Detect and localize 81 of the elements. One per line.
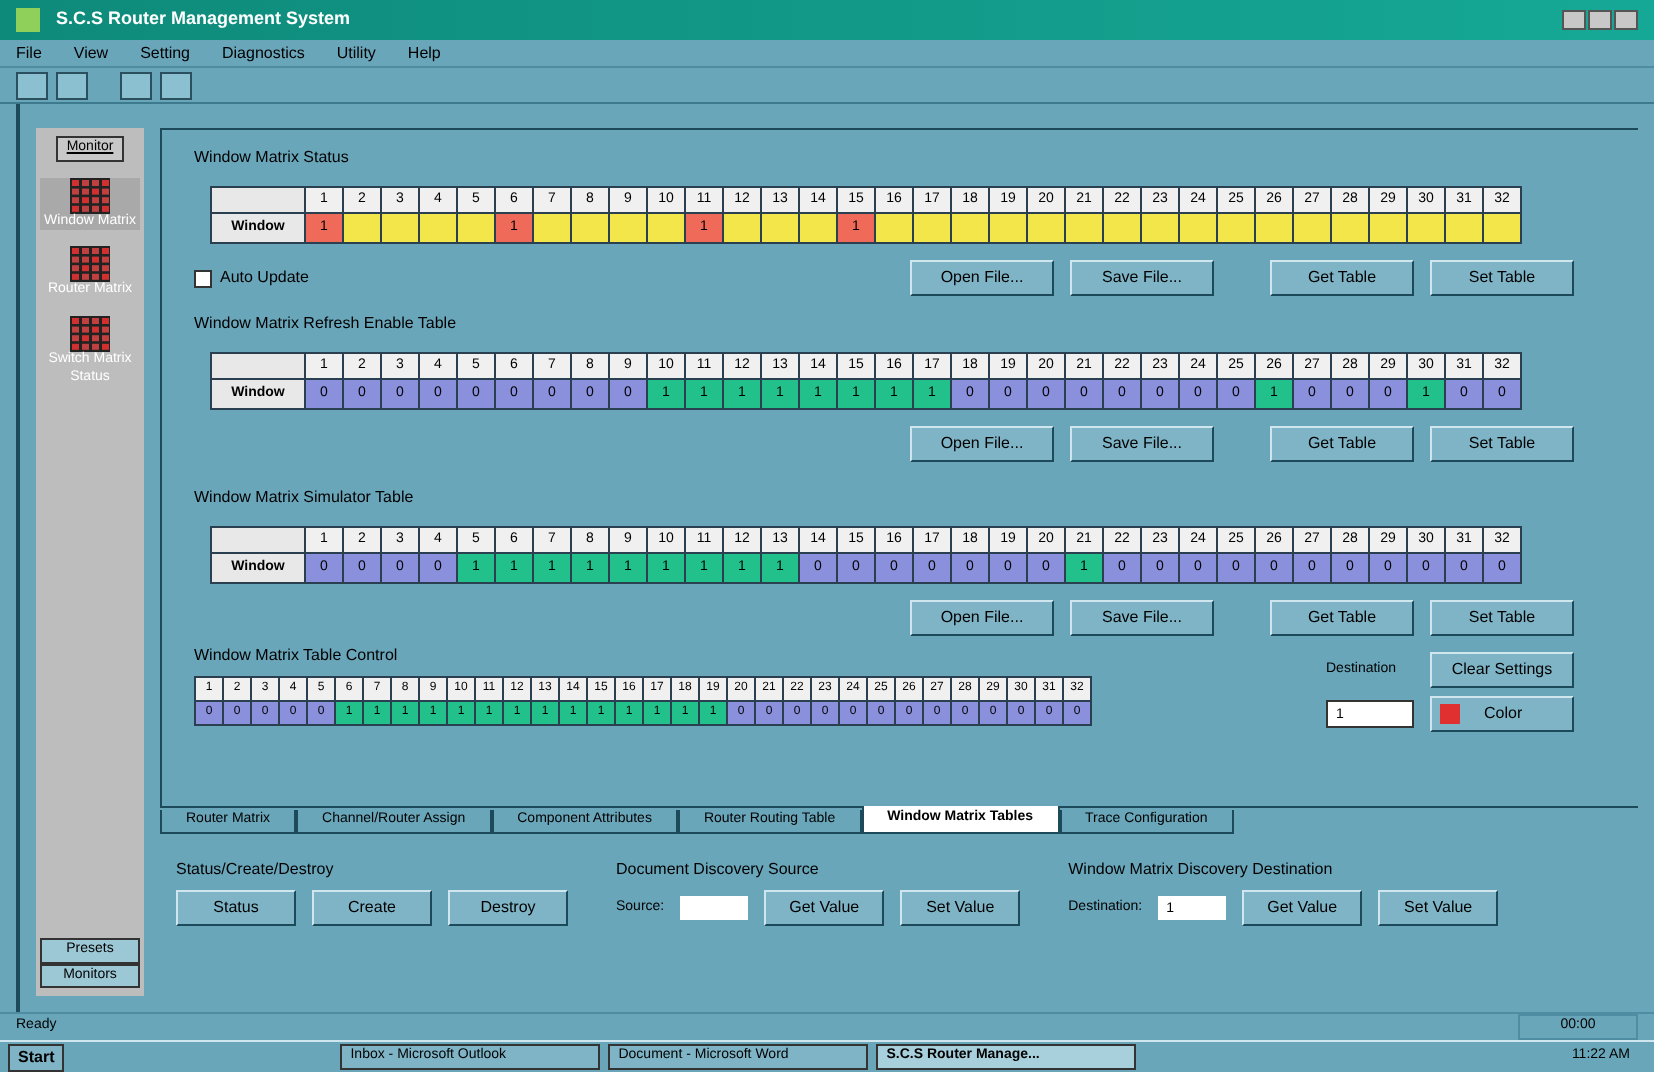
matrix-cell[interactable]: [1104, 214, 1140, 242]
section-title: Window Matrix Status: [194, 146, 351, 170]
matrix-cell[interactable]: [382, 214, 418, 242]
matrix-cell[interactable]: [1446, 214, 1482, 242]
matrix-cell[interactable]: [458, 214, 494, 242]
grid-icon: [70, 316, 110, 352]
input-field[interactable]: [680, 896, 749, 920]
corner-cell: [212, 188, 304, 212]
matrix-cell[interactable]: [534, 214, 570, 242]
matrix-cell[interactable]: [1484, 214, 1520, 242]
checkbox[interactable]: [194, 269, 212, 287]
command-button[interactable]: Create: [312, 890, 432, 926]
matrix-cell[interactable]: [952, 214, 988, 242]
command-button[interactable]: Get Value: [764, 890, 885, 926]
matrix-cell[interactable]: [1218, 214, 1254, 242]
section-title: Window Matrix Simulator Table: [194, 486, 416, 510]
command-button[interactable]: Status: [176, 890, 296, 926]
toolbar-icon[interactable]: [16, 71, 48, 99]
group-title: Document Discovery Source: [616, 858, 821, 882]
command-button[interactable]: Set Value: [1378, 890, 1499, 926]
command-button[interactable]: Set Table: [1430, 426, 1574, 462]
command-button[interactable]: Get Table: [1270, 260, 1414, 296]
window-control-icon[interactable]: [1614, 10, 1638, 30]
command-button[interactable]: Set Table: [1430, 600, 1574, 636]
window-control-icon[interactable]: [1562, 10, 1586, 30]
window-control-icon[interactable]: [1588, 10, 1612, 30]
command-button[interactable]: Set Table: [1430, 260, 1574, 296]
menu-item[interactable]: Setting: [140, 41, 190, 65]
command-button[interactable]: Get Table: [1270, 600, 1414, 636]
matrix-cell[interactable]: [914, 214, 950, 242]
matrix-cell[interactable]: [1408, 214, 1444, 242]
checkbox-label: Auto Update: [220, 266, 309, 290]
command-button[interactable]: Get Table: [1270, 426, 1414, 462]
menu-item[interactable]: File: [16, 41, 42, 65]
menu-item[interactable]: Utility: [336, 41, 376, 65]
matrix-cell[interactable]: [724, 214, 760, 242]
menu-item[interactable]: Diagnostics: [222, 41, 305, 65]
matrix-cell[interactable]: [1332, 214, 1368, 242]
command-button[interactable]: Open File...: [910, 426, 1054, 462]
command-button[interactable]: Destroy: [448, 890, 568, 926]
section-title: Window Matrix Refresh Enable Table: [194, 312, 459, 336]
command-button[interactable]: Save File...: [1070, 260, 1214, 296]
matrix-cell[interactable]: [1256, 214, 1292, 242]
matrix-cell[interactable]: [1142, 214, 1178, 242]
toolbar-icon[interactable]: [56, 71, 88, 99]
matrix-cell[interactable]: [1028, 214, 1064, 242]
window-title: S.C.S Router Management System: [56, 6, 351, 33]
menu-item[interactable]: Help: [407, 41, 441, 65]
matrix-cell[interactable]: [648, 214, 684, 242]
matrix-cell[interactable]: [800, 214, 836, 242]
color-button[interactable]: Color: [1430, 696, 1574, 732]
start-button[interactable]: Start: [8, 1043, 65, 1071]
matrix-cell[interactable]: [420, 214, 456, 242]
matrix-cell[interactable]: [876, 214, 912, 242]
matrix-cell[interactable]: [762, 214, 798, 242]
command-button[interactable]: Get Value: [1242, 890, 1363, 926]
toolbar-icon[interactable]: [160, 71, 192, 99]
command-button[interactable]: Open File...: [910, 260, 1054, 296]
matrix-cell[interactable]: [990, 214, 1026, 242]
command-button[interactable]: Save File...: [1070, 600, 1214, 636]
grid-icon: [69, 246, 110, 283]
matrix-cell[interactable]: [1066, 214, 1102, 242]
corner-cell: [212, 528, 304, 552]
corner-cell: [212, 354, 304, 378]
menu-item[interactable]: View: [73, 41, 109, 65]
matrix-cell[interactable]: [572, 214, 608, 242]
matrix-cell[interactable]: [1294, 214, 1330, 242]
matrix-cell[interactable]: [1180, 214, 1216, 242]
command-button[interactable]: Clear Settings: [1430, 652, 1574, 688]
command-button[interactable]: Open File...: [910, 600, 1054, 636]
matrix-cell[interactable]: [610, 214, 646, 242]
matrix-cell[interactable]: [1370, 214, 1406, 242]
matrix-cell[interactable]: [344, 214, 380, 242]
section-title: Window Matrix Table Control: [194, 644, 398, 668]
command-button[interactable]: Set Value: [900, 890, 1021, 926]
toolbar-icon[interactable]: [120, 71, 152, 99]
app-icon: [16, 8, 40, 32]
grid-icon: [70, 177, 110, 213]
group-title: Status/Create/Destroy: [176, 858, 336, 882]
group-title: Window Matrix Discovery Destination: [1068, 858, 1335, 882]
command-button[interactable]: Save File...: [1070, 426, 1214, 462]
